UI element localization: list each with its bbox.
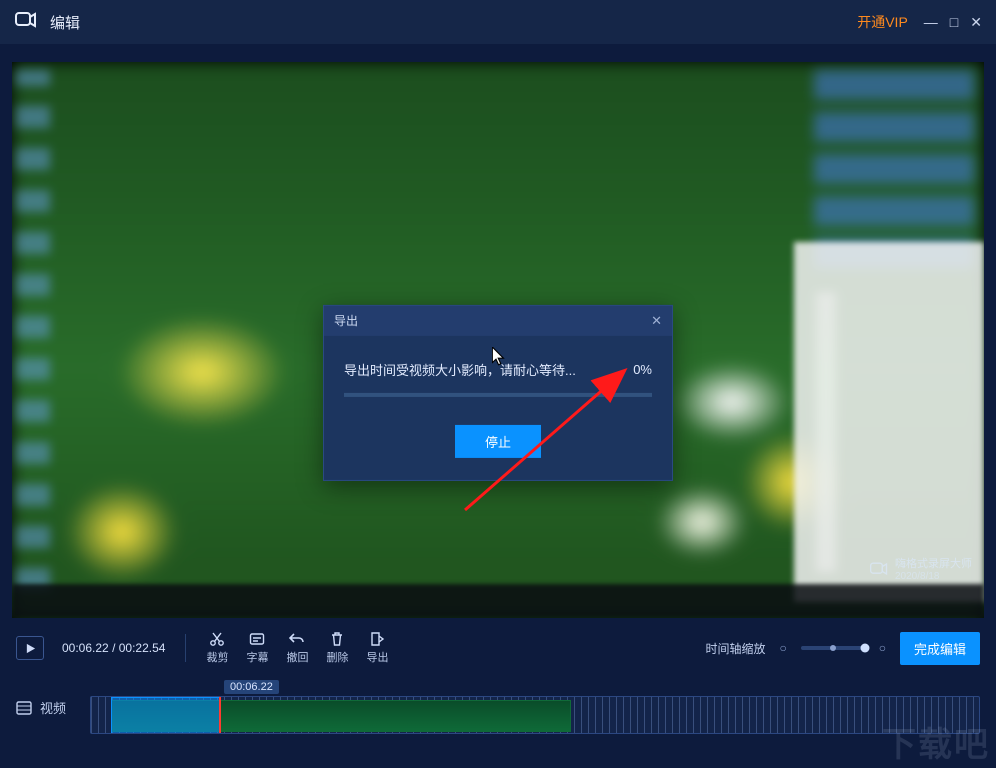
video-track-label: 视频 [16, 698, 76, 717]
zoom-label: 时间轴缩放 [705, 640, 765, 657]
playhead[interactable] [219, 696, 221, 734]
zoom-slider[interactable] [801, 646, 865, 650]
title-bar: 编辑 开通VIP — □ ✕ [0, 0, 996, 44]
undo-tool[interactable]: 撤回 [286, 631, 308, 665]
export-dialog-body: 导出时间受视频大小影响，请耐心等待... 0% 停止 [324, 336, 672, 480]
watermark-brand: 嗨格式录屏大师 [895, 555, 972, 571]
subtitle-icon [249, 631, 265, 647]
export-label: 导出 [366, 649, 388, 665]
track-wrap: 00:06.22 [90, 688, 980, 734]
preview-desktop-icons-right [814, 68, 974, 268]
video-preview: 嗨格式录屏大师 2020/8/18 导出 ✕ 导出时间受视频大小影响，请耐心等待… [12, 62, 984, 618]
playback-time: 00:06.22 / 00:22.54 [62, 641, 165, 655]
export-stop-button[interactable]: 停止 [455, 425, 541, 458]
window-controls: — □ ✕ [924, 14, 982, 31]
export-dialog: 导出 ✕ 导出时间受视频大小影响，请耐心等待... 0% 停止 [323, 305, 673, 481]
film-icon [16, 701, 32, 715]
scissors-icon [209, 631, 225, 647]
titlebar-left: 编辑 [14, 8, 80, 37]
undo-label: 撤回 [286, 649, 308, 665]
video-track[interactable] [90, 696, 980, 734]
toolbar-tools: 裁剪 字幕 撤回 删除 导出 [206, 631, 388, 665]
zoom-slider-tick [830, 645, 836, 651]
export-icon [369, 631, 385, 647]
preview-taskbar [12, 584, 984, 618]
zoom-in-icon[interactable]: ○ [879, 641, 886, 655]
watermark-meta: 2020/8/18 [895, 571, 972, 582]
trash-icon [329, 631, 345, 647]
play-icon [25, 643, 36, 654]
window-maximize-button[interactable]: □ [950, 14, 958, 31]
export-message: 导出时间受视频大小影响，请耐心等待... [344, 360, 576, 379]
toolbar-right: 时间轴缩放 ○ ○ 完成编辑 [705, 632, 980, 665]
playhead-time-tag: 00:06.22 [224, 680, 279, 694]
preview-desktop-icons-left [16, 70, 50, 590]
export-dialog-close-button[interactable]: ✕ [651, 313, 662, 329]
finish-edit-button[interactable]: 完成编辑 [900, 632, 980, 665]
delete-label: 删除 [326, 649, 348, 665]
vip-link[interactable]: 开通VIP [857, 12, 908, 32]
window-close-button[interactable]: ✕ [970, 14, 982, 31]
export-progress-bar [344, 393, 652, 397]
preview-side-window [794, 242, 984, 602]
editor-toolbar: 00:06.22 / 00:22.54 裁剪 字幕 撤回 删除 导出 时间轴缩放… [0, 626, 996, 670]
titlebar-right: 开通VIP — □ ✕ [857, 12, 982, 32]
zoom-slider-handle[interactable] [860, 644, 869, 653]
app-logo-icon [14, 8, 38, 37]
crop-tool[interactable]: 裁剪 [206, 631, 228, 665]
zoom-out-icon[interactable]: ○ [779, 641, 786, 655]
track-label-text: 视频 [40, 698, 66, 717]
recorder-watermark: 嗨格式录屏大师 2020/8/18 [869, 555, 972, 582]
clip-selection[interactable] [111, 697, 221, 734]
time-current: 00:06.22 [62, 641, 109, 655]
timeline: 视频 00:06.22 [0, 680, 996, 760]
time-total: 00:22.54 [119, 641, 166, 655]
window-minimize-button[interactable]: — [924, 14, 938, 31]
play-button[interactable] [16, 636, 44, 660]
export-tool[interactable]: 导出 [366, 631, 388, 665]
export-dialog-title: 导出 [334, 312, 358, 329]
page-title: 编辑 [50, 12, 80, 33]
undo-icon [289, 631, 305, 647]
crop-label: 裁剪 [206, 649, 228, 665]
toolbar-divider [185, 634, 186, 662]
export-percent: 0% [633, 362, 652, 377]
export-dialog-header: 导出 ✕ [324, 306, 672, 336]
delete-tool[interactable]: 删除 [326, 631, 348, 665]
subtitle-label: 字幕 [246, 649, 268, 665]
subtitle-tool[interactable]: 字幕 [246, 631, 268, 665]
